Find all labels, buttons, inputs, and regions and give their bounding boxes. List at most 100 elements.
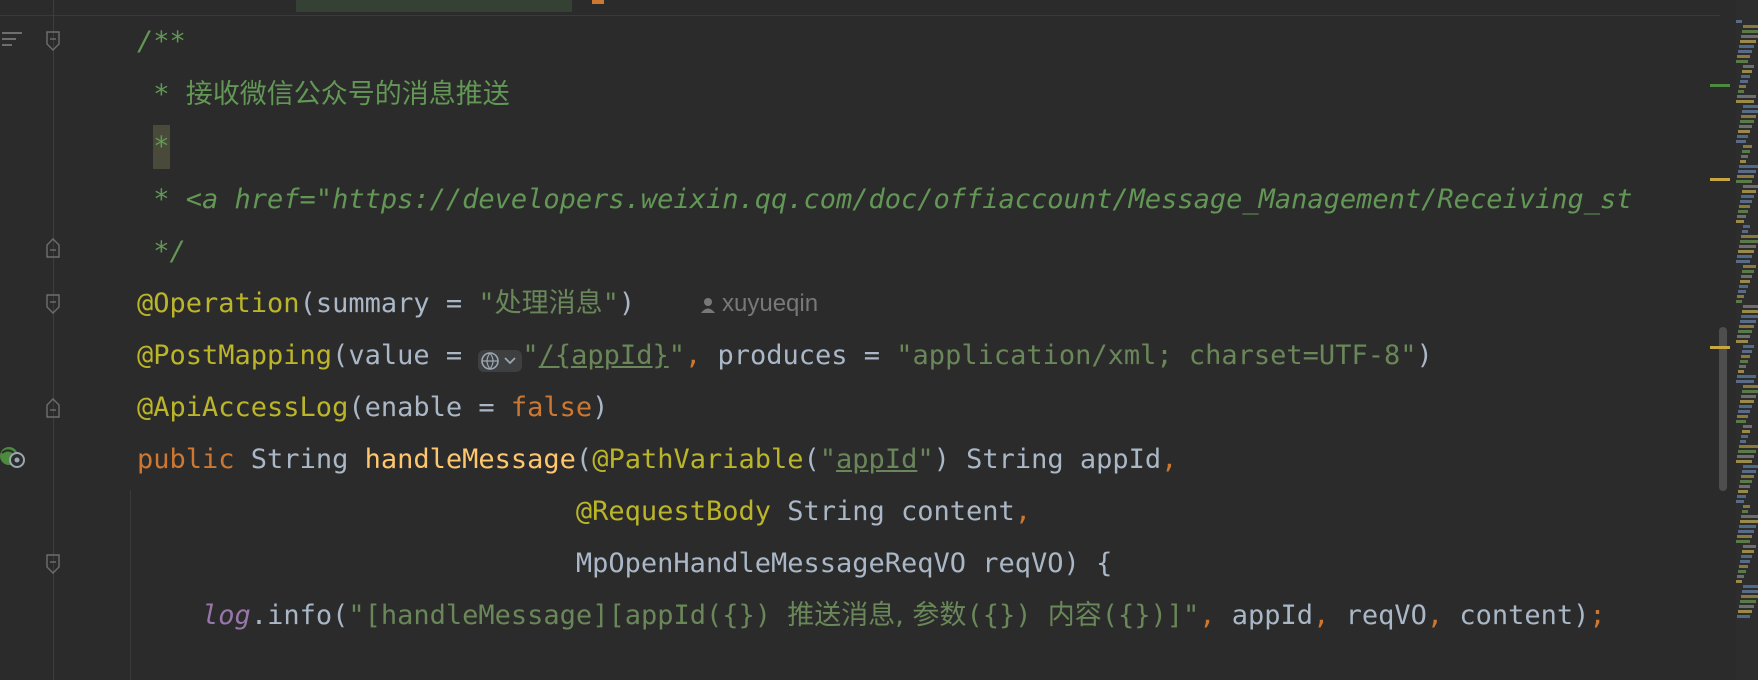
minimap-stripe — [1740, 120, 1754, 123]
minimap-stripe — [1742, 430, 1750, 433]
minimap-stripe — [1743, 545, 1756, 548]
code-token: ; — [1589, 600, 1606, 631]
minimap-stripe — [1742, 510, 1748, 513]
minimap-stripe — [1740, 400, 1754, 403]
minimap-stripe — [1742, 110, 1758, 113]
minimap-stripe — [1742, 230, 1748, 233]
code-token: @ApiAccessLog — [137, 392, 349, 423]
minimap-stripe — [1736, 60, 1748, 63]
structure-icon[interactable] — [2, 32, 22, 48]
minimap-stripe — [1743, 305, 1758, 308]
code-token: "[handleMessage][appId({}) — [348, 600, 788, 631]
code-line[interactable]: public String handleMessage(@PathVariabl… — [137, 438, 1177, 482]
minimap-stripe — [1739, 525, 1756, 528]
user-icon — [701, 298, 715, 313]
minimap-stripe — [1738, 50, 1752, 53]
minimap-stripe — [1736, 140, 1746, 143]
code-line[interactable]: */ — [137, 230, 186, 274]
fold-start-icon[interactable] — [45, 553, 61, 574]
minimap-stripe — [1743, 225, 1750, 228]
minimap-stripe — [1739, 405, 1752, 408]
minimap-stripe — [1742, 390, 1758, 393]
minimap-stripe — [1737, 215, 1746, 218]
minimap-stripe — [1740, 520, 1758, 523]
code-token: */ — [137, 236, 186, 267]
minimap-stripe — [1743, 425, 1752, 428]
code-line[interactable]: @RequestBody String content, — [137, 490, 1031, 534]
minimap-stripe — [1742, 150, 1750, 153]
code-token: MpOpenHandleMessageReqVO reqVO) { — [137, 548, 1113, 579]
minimap-stripe — [1738, 170, 1756, 173]
fold-end-icon[interactable] — [45, 397, 61, 418]
minimap-stripe — [1736, 500, 1744, 503]
minimap-stripe — [1742, 550, 1754, 553]
fold-end-icon[interactable] — [45, 237, 61, 258]
minimap-stripe — [1736, 460, 1752, 463]
minimap-stripe — [1740, 480, 1752, 483]
code-line[interactable]: * — [137, 125, 170, 169]
minimap-stripe — [1743, 505, 1750, 508]
code-token: ({})]" — [1101, 600, 1200, 631]
code-token: * <a href="https://developers.weixin.qq.… — [137, 184, 1633, 215]
minimap-stripe — [1742, 590, 1758, 593]
minimap-stripe — [1740, 80, 1748, 83]
minimap-stripe — [1737, 295, 1744, 298]
minimap-stripe — [1741, 275, 1752, 278]
code-token: @PathVariable — [592, 444, 804, 475]
minimap[interactable] — [1736, 0, 1758, 680]
minimap-stripe — [1743, 345, 1754, 348]
code-line[interactable]: @ApiAccessLog(enable = false) — [137, 386, 608, 430]
author-inlay-hint[interactable]: xuyueqin — [700, 287, 818, 321]
editor-top-strip — [0, 0, 1720, 16]
minimap-stripe — [1736, 340, 1748, 343]
code-editor[interactable]: /** * 接收微信公众号的消息推送 * * <a href="https://… — [0, 0, 1758, 680]
minimap-stripe — [1741, 395, 1756, 398]
minimap-stripe — [1736, 540, 1750, 543]
warning-marker — [1710, 178, 1730, 181]
minimap-stripe — [1736, 180, 1752, 183]
code-line[interactable]: /** — [137, 20, 186, 64]
code-line[interactable]: * <a href="https://developers.weixin.qq.… — [137, 178, 1633, 222]
code-line[interactable]: log.info("[handleMessage][appId({}) 推送消息… — [137, 594, 1606, 638]
minimap-stripe — [1736, 300, 1742, 303]
code-token: reqVO — [1345, 600, 1427, 631]
minimap-stripe — [1736, 380, 1754, 383]
code-token: content) — [1459, 600, 1590, 631]
minimap-stripe — [1738, 530, 1754, 533]
fold-start-icon[interactable] — [45, 30, 61, 51]
minimap-stripe — [1741, 515, 1758, 518]
minimap-stripe — [1736, 20, 1742, 23]
code-line[interactable]: @Operation(summary = "处理消息") — [137, 282, 635, 326]
minimap-stripe — [1741, 315, 1758, 318]
minimap-stripe — [1739, 285, 1748, 288]
minimap-stripe — [1738, 210, 1748, 213]
code-line[interactable]: @PostMapping(value = "/{appId}", produce… — [137, 334, 1433, 378]
minimap-stripe — [1743, 385, 1758, 388]
minimap-stripe — [1741, 235, 1758, 238]
globe-icon[interactable] — [478, 343, 523, 372]
web-endpoint-icon[interactable] — [0, 443, 26, 469]
minimap-stripe — [1742, 350, 1752, 353]
minimap-stripe — [1738, 570, 1746, 573]
minimap-stripe — [1741, 75, 1750, 78]
minimap-stripe — [1741, 475, 1754, 478]
code-token: @PostMapping — [137, 340, 333, 371]
code-token: appId — [1231, 600, 1314, 631]
code-token: /{appId} — [538, 340, 669, 371]
code-line[interactable]: MpOpenHandleMessageReqVO reqVO) { — [137, 542, 1112, 586]
minimap-stripe — [1739, 365, 1746, 368]
gutter-separator — [53, 0, 54, 680]
minimap-stripe — [1739, 325, 1754, 328]
minimap-stripe — [1737, 375, 1756, 378]
code-token: String content — [770, 496, 1015, 527]
fold-start-icon[interactable] — [45, 293, 61, 314]
code-token: , — [1426, 600, 1460, 631]
minimap-stripe — [1739, 565, 1748, 568]
minimap-stripe — [1739, 485, 1750, 488]
minimap-stripe — [1743, 65, 1754, 68]
code-token: , — [1199, 600, 1232, 631]
code-line[interactable]: * 接收微信公众号的消息推送 — [137, 73, 510, 117]
scrollbar-thumb[interactable] — [1719, 327, 1727, 491]
code-token: " — [819, 444, 837, 475]
